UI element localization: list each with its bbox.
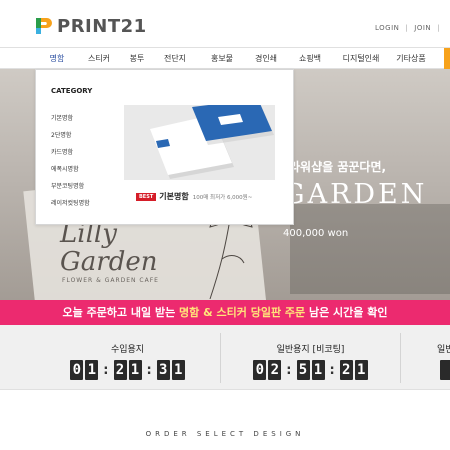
countdown-panel: 수입용지 0 1 : 2 1 : 3 1 일반용지 [비코팅] 0 2 : 5 … (0, 325, 450, 390)
nav-item-promo[interactable]: 홍보물 (205, 48, 239, 69)
hero-price: 400,000 won (283, 228, 349, 239)
countdown-digit: 2 (339, 360, 353, 380)
featured-product-image[interactable] (124, 105, 275, 180)
nav-item-namecard[interactable]: 명함 (40, 48, 74, 69)
top-link-separator: | (437, 24, 440, 32)
dropdown-item[interactable]: 부분코팅명함 (51, 181, 84, 190)
countdown-digit: 0 (253, 360, 267, 380)
nav-highlight-tab[interactable] (444, 48, 450, 69)
countdown-digit: 1 (171, 360, 185, 380)
countdown-digit: 1 (311, 360, 325, 380)
nav-item-shopping-bag[interactable]: 쇼핑백 (293, 48, 327, 69)
countdown-label: 수입용지 (110, 345, 145, 355)
featured-product-name: 기본명함 (159, 192, 189, 201)
countdown-digit: 1 (128, 360, 142, 380)
hero-headline: 라워샵을 꿈꾼다면, (289, 160, 387, 174)
countdown-digit: 0 (70, 360, 84, 380)
nav-item-flyer[interactable]: 전단지 (158, 48, 192, 69)
logo-text: PRINT21 (57, 15, 147, 37)
featured-product-price: 100매 최저가 6,000원~ (192, 194, 253, 201)
nav-item-etc[interactable]: 기타상품 (391, 48, 431, 69)
banner-text: 오늘 주문하고 내일 받는 명함 & 스티커 당일판 주문 남은 시간을 확인 (0, 300, 450, 325)
countdown-colon: : (329, 362, 335, 378)
login-link[interactable]: LOGIN (375, 24, 399, 32)
countdown-timer: 0 1 : 2 1 : 3 1 (35, 360, 220, 380)
countdown-block-regular: 일반용지 [비코팅] 0 2 : 5 1 : 2 1 (221, 325, 400, 390)
business-card-mockup-icon (124, 105, 275, 180)
top-links: LOGIN | JOIN | (375, 24, 440, 32)
banner-text-part1: 오늘 주문하고 내일 받는 (62, 306, 180, 319)
countdown-timer: 0 2 : 5 1 : 2 1 (221, 360, 400, 380)
dropdown-item[interactable]: 레이저컷팅명함 (51, 198, 90, 207)
hero-card-title-line2: Garden (60, 247, 158, 277)
hero-title: GARDEN (283, 179, 428, 210)
countdown-digit: 2 (113, 360, 127, 380)
countdown-colon: : (286, 362, 292, 378)
dropdown-item[interactable]: 카드명함 (51, 147, 73, 156)
dropdown-item[interactable]: 2단명함 (51, 130, 71, 139)
category-dropdown: CATEGORY 기본명함 2단명함 카드명함 에폭시명함 부분코팅명함 레이저… (35, 69, 294, 225)
hero-dark-card (290, 204, 450, 294)
countdown-digit: 1 (85, 360, 99, 380)
countdown-digit: 1 (354, 360, 368, 380)
best-badge: BEST (136, 192, 157, 201)
logo-mark-icon (36, 18, 52, 34)
countdown-digit: 3 (156, 360, 170, 380)
banner-highlight: 명함 & 스티커 당일판 주문 (179, 306, 306, 319)
dropdown-title: CATEGORY (51, 87, 93, 95)
join-link[interactable]: JOIN (414, 24, 431, 32)
nav-item-digital-print[interactable]: 디지털인쇄 (335, 48, 387, 69)
header: PRINT21 LOGIN | JOIN | (0, 0, 450, 47)
nav-item-envelope[interactable]: 봉투 (120, 48, 154, 69)
banner-text-part2: 남은 시간을 확인 (305, 306, 388, 319)
countdown-label: 일반용지 [비코팅] (276, 345, 345, 355)
dropdown-item[interactable]: 에폭시명함 (51, 164, 79, 173)
same-day-banner: 오늘 주문하고 내일 받는 명함 & 스티커 당일판 주문 남은 시간을 확인 (0, 300, 450, 325)
nav-item-light-print[interactable]: 경인쇄 (249, 48, 283, 69)
countdown-block-imported: 수입용지 0 1 : 2 1 : 3 1 (35, 325, 220, 390)
countdown-colon: : (103, 362, 109, 378)
logo[interactable]: PRINT21 (33, 15, 147, 37)
countdown-label: 일반 (437, 345, 450, 355)
featured-product[interactable]: BEST 기본명함 100매 최저가 6,000원~ (136, 191, 252, 202)
top-link-separator: | (405, 24, 409, 32)
dropdown-item[interactable]: 기본명함 (51, 113, 73, 122)
countdown-digit: 2 (268, 360, 282, 380)
order-select-heading: ORDER SELECT DESIGN (145, 430, 305, 438)
nav-item-sticker[interactable]: 스티커 (82, 48, 116, 69)
countdown-block-partial: 일반 (401, 325, 450, 390)
countdown-digit (440, 360, 450, 380)
countdown-digit: 5 (296, 360, 310, 380)
hero-card-subtitle: FLOWER & GARDEN CAFE (62, 277, 159, 284)
countdown-colon: : (146, 362, 152, 378)
countdown-timer (439, 360, 450, 380)
main-nav: 명함 스티커 봉투 전단지 홍보물 경인쇄 쇼핑백 디지털인쇄 기타상품 (0, 47, 450, 69)
page: PRINT21 LOGIN | JOIN | 명함 스티커 봉투 전단지 홍보물… (0, 0, 450, 450)
